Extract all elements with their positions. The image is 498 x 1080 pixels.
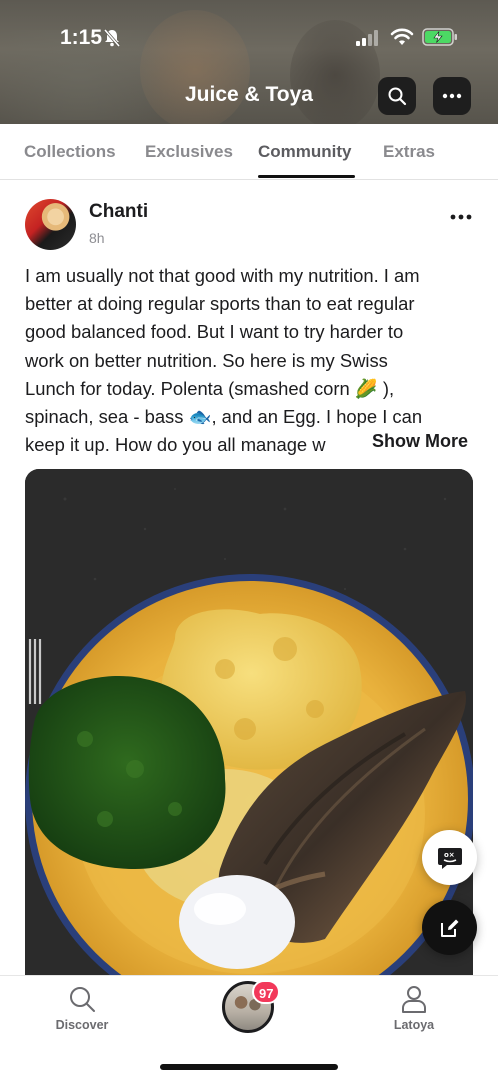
status-time: 1:15: [60, 26, 103, 49]
post-text-line: work on better nutrition. So here is my …: [25, 349, 388, 371]
post-text-line: spinach, sea - bass 🐟, and an Egg. I hop…: [25, 406, 423, 428]
more-options-button[interactable]: [433, 77, 471, 115]
person-icon: [402, 986, 426, 1013]
post-photo[interactable]: [25, 469, 473, 975]
wifi-icon: [390, 28, 414, 45]
svg-text:o×: o×: [444, 851, 455, 859]
author-avatar[interactable]: [25, 199, 76, 250]
battery-charging-icon: [422, 28, 457, 46]
show-more-link[interactable]: Show More: [360, 431, 469, 452]
post-text-line: better at doing regular sports than to e…: [25, 293, 415, 315]
compose-post-button[interactable]: [422, 900, 477, 955]
nav-profile-label: Latoya: [393, 1018, 435, 1032]
chat-bot-icon: o×: [437, 847, 462, 869]
home-indicator: [160, 1064, 338, 1070]
post-text-line: good balanced food. But I want to try ha…: [25, 321, 404, 343]
bell-muted-icon: [103, 29, 121, 47]
post-timestamp: 8h: [89, 230, 105, 246]
compose-icon: [440, 919, 458, 937]
food-plate-image: [25, 469, 473, 975]
tab-extras[interactable]: Extras: [383, 142, 435, 162]
search-button[interactable]: [378, 77, 416, 115]
tab-exclusives[interactable]: Exclusives: [145, 142, 233, 162]
header-title: Juice & Toya: [185, 83, 313, 106]
tab-community[interactable]: Community: [258, 142, 352, 162]
search-icon: [388, 87, 407, 106]
section-tabs: Collections Exclusives Community Extras: [0, 124, 498, 180]
ellipsis-icon: [442, 93, 462, 99]
app-header: 1:15 Juice & Toya: [0, 0, 498, 124]
notification-badge: 97: [252, 980, 281, 1004]
search-icon: [70, 987, 95, 1012]
post-text-line: I am usually not that good with my nutri…: [25, 265, 420, 286]
signal-icon: [356, 30, 378, 46]
chat-bot-button[interactable]: o×: [422, 830, 477, 885]
post-options-icon[interactable]: [450, 214, 472, 220]
nav-discover-label: Discover: [55, 1018, 109, 1032]
post-author[interactable]: Chanti: [89, 201, 148, 223]
post-text-line: Lunch for today. Polenta (smashed corn 🌽…: [25, 377, 395, 399]
tab-collections[interactable]: Collections: [24, 142, 116, 162]
post-body: I am usually not that good with my nutri…: [25, 262, 475, 459]
active-tab-indicator: [258, 175, 355, 178]
